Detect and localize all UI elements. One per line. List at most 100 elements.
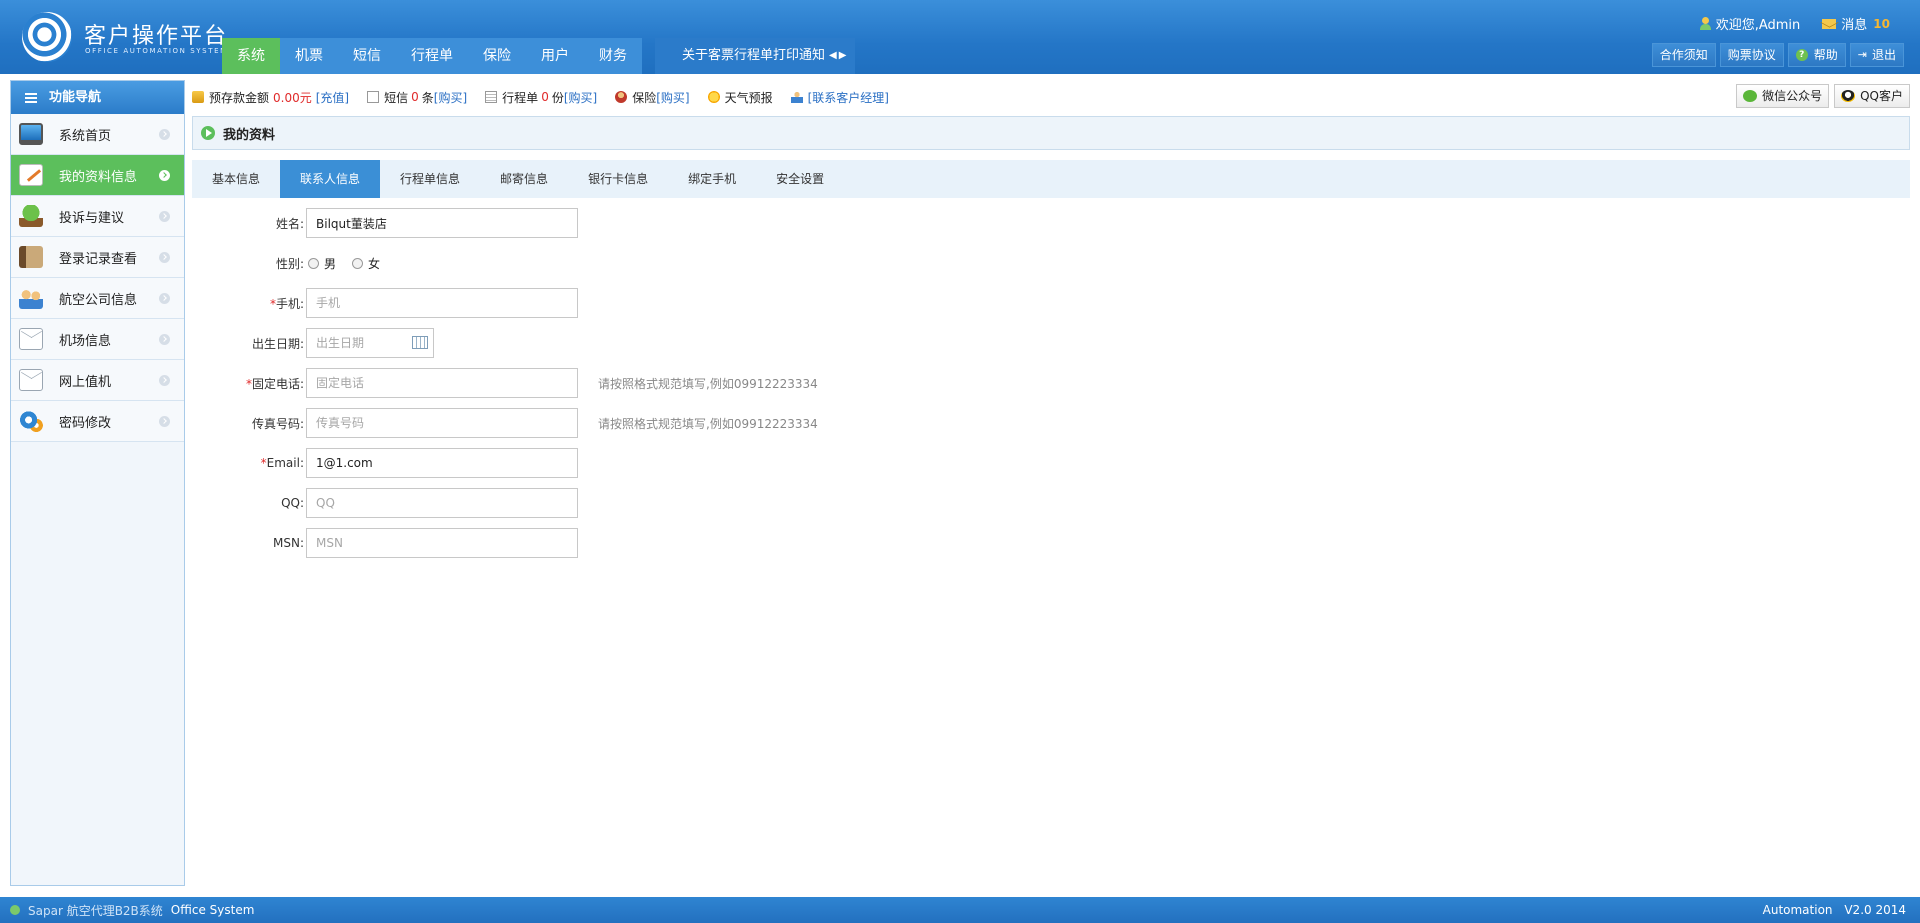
nav-tickets[interactable]: 机票 [280,38,338,74]
sidebar-item-airlines[interactable]: 航空公司信息 [11,278,184,319]
phone-label: *固定电话: [245,376,304,391]
fax-input[interactable] [306,408,578,438]
email-input[interactable] [306,448,578,478]
notice-arrows: ◀ ▶ [829,38,848,74]
sidebar-item-change-password[interactable]: 密码修改 [11,401,184,442]
messages-count-badge: 10 [1873,16,1890,31]
help-icon: ? [1795,49,1808,61]
sidebar-item-label: 我的资料信息 [59,169,138,185]
phone-hint: 请按照格式规范填写,例如09912223334 [598,376,818,391]
nav-sms[interactable]: 短信 [338,38,396,74]
social-buttons: 微信公众号 QQ客户 [1736,84,1910,108]
itinerary-buy-link[interactable]: [购买] [564,89,597,106]
coin-icon [192,91,204,103]
sms-buy-link[interactable]: [购买] [434,89,467,106]
weather-label: 天气预报 [724,90,773,105]
sun-icon [707,91,720,103]
help-button[interactable]: ? 帮助 [1787,43,1846,67]
footer: Sapar 航空代理B2B系统 Office System Automation… [0,897,1920,923]
chevron-right-icon [159,293,170,304]
app-header: 客户操作平台 OFFICE AUTOMATION SYSTEM 系统 机票 短信… [0,0,1920,74]
message-icon [1822,18,1837,29]
manager-icon [790,91,803,103]
tab-contact-info[interactable]: 联系人信息 [280,160,381,198]
qq-label: QQ客户 [1860,89,1903,103]
messages-link[interactable]: 消息 [1841,14,1867,33]
nav-finance[interactable]: 财务 [584,38,642,74]
tab-itinerary-info[interactable]: 行程单信息 [380,160,480,198]
insurance-label: 保险 [632,90,657,105]
fax-label: 传真号码: [251,416,304,431]
book-icon [19,246,43,268]
tab-mailing-info[interactable]: 邮寄信息 [480,160,568,198]
sms-icon [367,91,380,103]
sidebar-item-label: 密码修改 [59,415,112,431]
recharge-link[interactable]: [充值] [316,89,349,106]
status-dot-icon [10,905,20,915]
chevron-right-icon [159,334,170,345]
sidebar-item-home[interactable]: 系统首页 [11,114,184,155]
insurance-buy-link[interactable]: [购买] [656,89,689,106]
msn-input[interactable] [306,528,578,558]
logout-button[interactable]: ⇥ 退出 [1849,43,1904,67]
tab-security-settings[interactable]: 安全设置 [756,160,844,198]
user-icon [1699,17,1711,30]
gender-male-radio[interactable] [308,257,319,269]
sidebar-item-my-profile[interactable]: 我的资料信息 [11,155,184,196]
document-icon [485,91,498,103]
info-bar: 预存款金额 0.00元 [充值] 短信 0 条 [购买] 行程单 0 份 [购买… [192,84,1912,110]
contact-manager-link[interactable]: [联系客户经理] [808,89,889,106]
wechat-button[interactable]: 微信公众号 [1736,84,1830,108]
gender-female-radio[interactable] [352,257,364,269]
sidebar-item-online-checkin[interactable]: 网上值机 [11,360,184,401]
phone-input[interactable] [306,368,578,398]
sidebar-item-airports[interactable]: 机场信息 [11,319,184,360]
edit-note-icon [19,164,43,186]
qq-input[interactable] [306,488,578,518]
chevron-right-icon [159,211,170,222]
page-title: 我的资料 [223,127,276,143]
email-label: *Email: [260,456,304,470]
arrow-left-icon[interactable]: ◀ [829,50,837,61]
qq-row: QQ: [192,488,1192,518]
tab-basic-info[interactable]: 基本信息 [192,160,280,198]
deposit-value: 0.00元 [273,90,312,105]
welcome-text: 欢迎您,Admin [1715,18,1801,33]
footer-version-number: V2.0 2014 [1844,903,1906,917]
nav-insurance[interactable]: 保险 [468,38,526,74]
tab-bind-phone[interactable]: 绑定手机 [668,160,756,198]
gender-row: 性别: 男 女 [192,248,1192,278]
page-title-bar: 我的资料 [192,116,1910,150]
gender-radio-group: 男 女 [306,255,394,272]
gender-label: 性别: [275,256,304,271]
wechat-label: 微信公众号 [1762,89,1823,103]
sidebar-item-label: 投诉与建议 [59,210,125,226]
footer-system-name: Sapar 航空代理B2B系统 [28,903,163,918]
arrow-right-icon[interactable]: ▶ [839,50,847,61]
manager-info: [联系客户经理] [790,89,889,106]
sidebar-item-complaints[interactable]: 投诉与建议 [11,196,184,237]
qq-button[interactable]: QQ客户 [1834,84,1910,108]
top-buttons: 合作须知 购票协议 ? 帮助 ⇥ 退出 [1651,43,1904,67]
nav-system[interactable]: 系统 [222,38,280,74]
mobile-input[interactable] [306,288,578,318]
itinerary-label: 行程单 [502,90,539,105]
purchase-agreement-button[interactable]: 购票协议 [1719,43,1784,67]
deposit-label: 预存款金额 [209,90,270,105]
sidebar-item-login-records[interactable]: 登录记录查看 [11,237,184,278]
coop-button[interactable]: 合作须知 [1651,43,1716,67]
fax-hint: 请按照格式规范填写,例如09912223334 [598,416,818,431]
name-input[interactable] [306,208,578,238]
logout-label: 退出 [1871,48,1896,62]
itinerary-info: 行程单 0 份 [购买] [485,89,597,106]
chevron-right-icon [159,416,170,427]
calendar-icon[interactable] [412,336,428,349]
envelope-icon [19,328,43,350]
fax-row: 传真号码: 请按照格式规范填写,例如09912223334 [192,408,1192,438]
nav-users[interactable]: 用户 [526,38,584,74]
notice-ticker[interactable]: 关于客票行程单打印通知 [655,38,855,74]
weather-info[interactable]: 天气预报 [707,89,773,106]
sidebar-item-label: 登录记录查看 [59,251,138,267]
nav-itinerary[interactable]: 行程单 [396,38,468,74]
tab-bank-card-info[interactable]: 银行卡信息 [568,160,668,198]
